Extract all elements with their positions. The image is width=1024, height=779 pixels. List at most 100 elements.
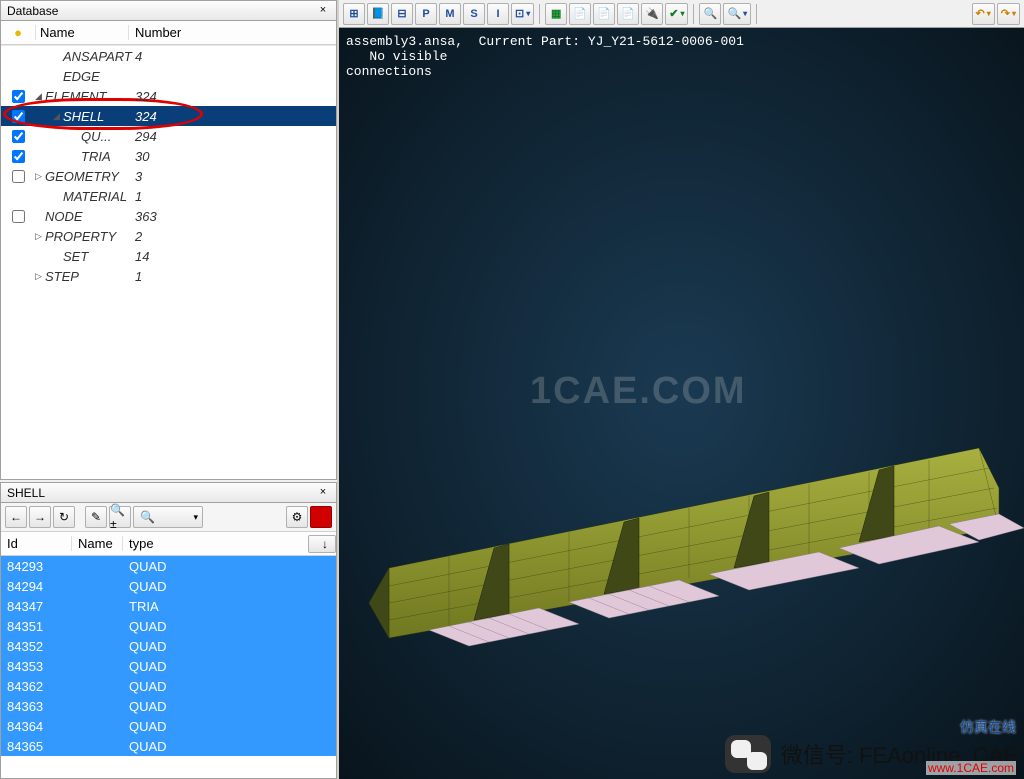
table-row[interactable]: 84365QUAD: [1, 736, 336, 756]
close-icon[interactable]: ×: [316, 486, 330, 500]
cell-id: 84347: [1, 599, 71, 614]
table-row[interactable]: 84352QUAD: [1, 636, 336, 656]
database-title-bar: Database ×: [1, 1, 336, 21]
column-type[interactable]: type: [123, 536, 308, 551]
check-button[interactable]: ✔: [665, 3, 688, 25]
tree-header: ● Name Number: [1, 21, 336, 45]
table-row[interactable]: 84363QUAD: [1, 696, 336, 716]
checkbox[interactable]: [12, 90, 25, 103]
tree-row-property[interactable]: ▷PROPERTY2: [1, 226, 336, 246]
row-number: 14: [135, 249, 149, 264]
tree-row-node[interactable]: NODE363: [1, 206, 336, 226]
panel-button[interactable]: ⊡: [511, 3, 534, 25]
row-checkbox[interactable]: [1, 150, 35, 163]
row-name: PROPERTY: [45, 229, 116, 244]
separator: [756, 4, 757, 24]
open-button[interactable]: 📘: [367, 3, 389, 25]
row-checkbox[interactable]: [1, 130, 35, 143]
erase-button[interactable]: ✎: [85, 506, 107, 528]
doc3-button[interactable]: 📄: [617, 3, 639, 25]
search-combo[interactable]: 🔍: [133, 506, 203, 528]
forward-button[interactable]: →: [29, 506, 51, 528]
back-button[interactable]: ←: [5, 506, 27, 528]
cell-id: 84294: [1, 579, 71, 594]
row-number: 1: [135, 189, 142, 204]
checkbox[interactable]: [12, 130, 25, 143]
table-row[interactable]: 84353QUAD: [1, 656, 336, 676]
s-button[interactable]: S: [463, 3, 485, 25]
checkbox[interactable]: [12, 210, 25, 223]
tree-row-shell[interactable]: ◢SHELL324: [1, 106, 336, 126]
row-number: 4: [135, 49, 142, 64]
shell-title-bar: SHELL ×: [1, 483, 336, 503]
table-row[interactable]: 84347 TRIA: [1, 596, 336, 616]
m-button[interactable]: M: [439, 3, 461, 25]
row-name: SET: [63, 249, 88, 264]
stop-button[interactable]: [310, 506, 332, 528]
checkbox[interactable]: [12, 150, 25, 163]
p-button[interactable]: P: [415, 3, 437, 25]
undo-button[interactable]: ↶: [972, 3, 995, 25]
expand-icon[interactable]: ▷: [35, 271, 45, 282]
settings-button[interactable]: ⚙: [286, 506, 308, 528]
close-icon[interactable]: ×: [316, 4, 330, 18]
zoom-button[interactable]: 🔍±: [109, 506, 131, 528]
row-checkbox[interactable]: [1, 90, 35, 103]
row-checkbox[interactable]: [1, 210, 35, 223]
column-id[interactable]: Id: [1, 536, 71, 551]
tree-row-tria[interactable]: TRIA30: [1, 146, 336, 166]
window-layout-button[interactable]: ⊞: [343, 3, 365, 25]
tree-row-ansapart[interactable]: ANSAPART4: [1, 46, 336, 66]
database-title: Database: [7, 4, 58, 18]
row-checkbox[interactable]: [1, 110, 35, 123]
connect-button[interactable]: 🔌: [641, 3, 663, 25]
table-row[interactable]: 84364QUAD: [1, 716, 336, 736]
tree-row-element[interactable]: ◢ELEMENT324: [1, 86, 336, 106]
add-button[interactable]: ▦: [545, 3, 567, 25]
tree-row-set[interactable]: SET 14: [1, 246, 336, 266]
expand-icon[interactable]: ◢: [53, 111, 63, 122]
left-panel: Database × ● Name Number ANSAPART4EDGE◢E…: [0, 0, 337, 779]
row-name: SHELL: [63, 109, 104, 124]
cell-type: TRIA: [123, 599, 336, 614]
redo-button[interactable]: ↷: [997, 3, 1020, 25]
table-row[interactable]: 84351QUAD: [1, 616, 336, 636]
shell-title: SHELL: [7, 486, 45, 500]
tree-row-geometry[interactable]: ▷GEOMETRY3: [1, 166, 336, 186]
column-name[interactable]: Name: [35, 25, 129, 40]
cell-id: 84363: [1, 699, 71, 714]
tree-row-material[interactable]: MATERIAL1: [1, 186, 336, 206]
grid-body: 84293QUAD84294QUAD84347TRIA84351QUAD8435…: [1, 556, 336, 778]
overlay-sub: 仿真在线: [960, 717, 1016, 737]
table-row[interactable]: 84294 QUAD: [1, 576, 336, 596]
expand-icon[interactable]: ▷: [35, 231, 45, 242]
table-row[interactable]: 84293QUAD: [1, 556, 336, 576]
tree-body: ANSAPART4EDGE◢ELEMENT324◢SHELL324QU...29…: [1, 45, 336, 479]
tree-row-edge[interactable]: EDGE: [1, 66, 336, 86]
row-number: 1: [135, 269, 142, 284]
search-icon: 🔍: [140, 510, 155, 524]
column-name[interactable]: Name: [71, 536, 123, 551]
table-row[interactable]: 84362QUAD: [1, 676, 336, 696]
doc1-button[interactable]: 📄: [569, 3, 591, 25]
column-number[interactable]: Number: [129, 25, 181, 40]
cell-type: QUAD: [123, 579, 336, 594]
bulb-icon[interactable]: ●: [1, 25, 35, 40]
cell-id: 84353: [1, 659, 71, 674]
expand-icon[interactable]: ▷: [35, 171, 45, 182]
cell-id: 84351: [1, 619, 71, 634]
tree-row-qu[interactable]: QU...294: [1, 126, 336, 146]
row-checkbox[interactable]: [1, 170, 35, 183]
zoom-in-button[interactable]: 🔍: [699, 3, 721, 25]
checkbox[interactable]: [12, 110, 25, 123]
column-sort-button[interactable]: ↓: [308, 535, 336, 553]
split-button[interactable]: ⊟: [391, 3, 413, 25]
zoom-out-button[interactable]: 🔍: [723, 3, 751, 25]
expand-icon[interactable]: ◢: [35, 91, 45, 102]
doc2-button[interactable]: 📄: [593, 3, 615, 25]
tree-row-step[interactable]: ▷STEP1: [1, 266, 336, 286]
checkbox[interactable]: [12, 170, 25, 183]
cell-type: QUAD: [123, 679, 336, 694]
refresh-button[interactable]: ↻: [53, 506, 75, 528]
i-button[interactable]: I: [487, 3, 509, 25]
